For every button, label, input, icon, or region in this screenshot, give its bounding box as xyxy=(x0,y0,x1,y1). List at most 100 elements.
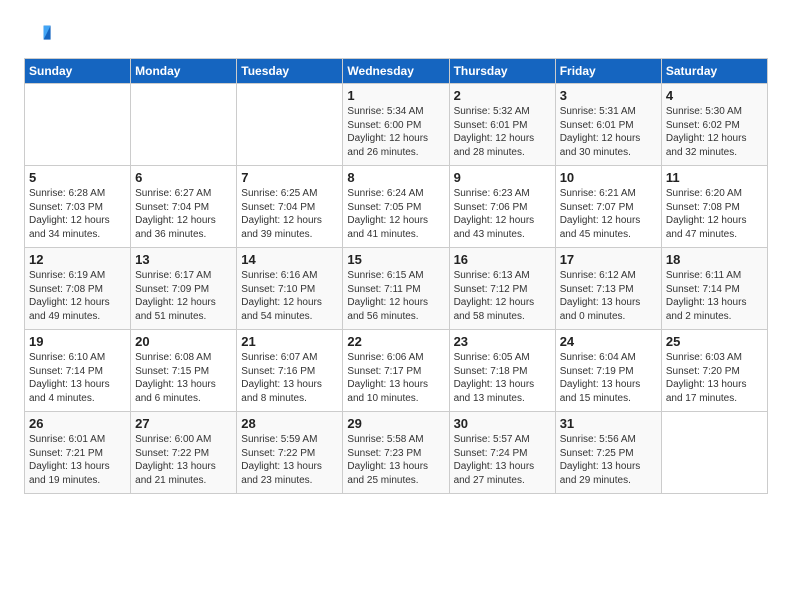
day-info: Sunrise: 6:24 AM Sunset: 7:05 PM Dayligh… xyxy=(347,187,444,241)
day-info: Sunrise: 6:28 AM Sunset: 7:03 PM Dayligh… xyxy=(29,187,126,241)
day-number: 16 xyxy=(454,252,551,267)
day-number: 2 xyxy=(454,88,551,103)
day-number: 8 xyxy=(347,170,444,185)
week-row-4: 19 Sunrise: 6:10 AM Sunset: 7:14 PM Dayli… xyxy=(25,330,768,412)
day-number: 15 xyxy=(347,252,444,267)
day-number: 4 xyxy=(666,88,763,103)
day-info: Sunrise: 5:32 AM Sunset: 6:01 PM Dayligh… xyxy=(454,105,551,159)
calendar-cell: 20 Sunrise: 6:08 AM Sunset: 7:15 PM Dayli… xyxy=(131,330,237,412)
calendar-cell: 10 Sunrise: 6:21 AM Sunset: 7:07 PM Dayli… xyxy=(555,166,661,248)
day-info: Sunrise: 6:03 AM Sunset: 7:20 PM Dayligh… xyxy=(666,351,763,405)
day-info: Sunrise: 6:15 AM Sunset: 7:11 PM Dayligh… xyxy=(347,269,444,323)
calendar-cell: 28Sunrise: 5:59 AM Sunset: 7:22 PM Dayli… xyxy=(237,412,343,494)
calendar-cell: 14 Sunrise: 6:16 AM Sunset: 7:10 PM Dayli… xyxy=(237,248,343,330)
calendar-cell: 8 Sunrise: 6:24 AM Sunset: 7:05 PM Daylig… xyxy=(343,166,449,248)
week-row-1: 1 Sunrise: 5:34 AM Sunset: 6:00 PM Daylig… xyxy=(25,84,768,166)
day-info: Sunrise: 6:21 AM Sunset: 7:07 PM Dayligh… xyxy=(560,187,657,241)
day-info: Sunrise: 6:10 AM Sunset: 7:14 PM Dayligh… xyxy=(29,351,126,405)
calendar-table: SundayMondayTuesdayWednesdayThursdayFrid… xyxy=(24,58,768,494)
day-info: Sunrise: 6:12 AM Sunset: 7:13 PM Dayligh… xyxy=(560,269,657,323)
calendar-cell: 22 Sunrise: 6:06 AM Sunset: 7:17 PM Dayli… xyxy=(343,330,449,412)
logo xyxy=(24,20,56,48)
day-number: 20 xyxy=(135,334,232,349)
day-number: 22 xyxy=(347,334,444,349)
dow-header-thursday: Thursday xyxy=(449,59,555,84)
dow-header-wednesday: Wednesday xyxy=(343,59,449,84)
dow-header-tuesday: Tuesday xyxy=(237,59,343,84)
day-number: 10 xyxy=(560,170,657,185)
day-number: 7 xyxy=(241,170,338,185)
calendar-cell: 9Sunrise: 6:23 AM Sunset: 7:06 PM Daylig… xyxy=(449,166,555,248)
day-number: 28 xyxy=(241,416,338,431)
calendar-cell xyxy=(131,84,237,166)
calendar-cell: 7Sunrise: 6:25 AM Sunset: 7:04 PM Daylig… xyxy=(237,166,343,248)
calendar-cell: 6 Sunrise: 6:27 AM Sunset: 7:04 PM Daylig… xyxy=(131,166,237,248)
day-info: Sunrise: 5:30 AM Sunset: 6:02 PM Dayligh… xyxy=(666,105,763,159)
day-number: 12 xyxy=(29,252,126,267)
day-number: 31 xyxy=(560,416,657,431)
calendar-cell xyxy=(25,84,131,166)
day-info: Sunrise: 6:06 AM Sunset: 7:17 PM Dayligh… xyxy=(347,351,444,405)
day-number: 1 xyxy=(347,88,444,103)
day-number: 18 xyxy=(666,252,763,267)
calendar-cell: 29Sunrise: 5:58 AM Sunset: 7:23 PM Dayli… xyxy=(343,412,449,494)
calendar-cell: 30 Sunrise: 5:57 AM Sunset: 7:24 PM Dayli… xyxy=(449,412,555,494)
day-info: Sunrise: 6:16 AM Sunset: 7:10 PM Dayligh… xyxy=(241,269,338,323)
day-number: 5 xyxy=(29,170,126,185)
day-info: Sunrise: 6:07 AM Sunset: 7:16 PM Dayligh… xyxy=(241,351,338,405)
calendar-cell: 4 Sunrise: 5:30 AM Sunset: 6:02 PM Daylig… xyxy=(661,84,767,166)
day-info: Sunrise: 5:56 AM Sunset: 7:25 PM Dayligh… xyxy=(560,433,657,487)
page-header xyxy=(24,20,768,48)
calendar-cell: 19 Sunrise: 6:10 AM Sunset: 7:14 PM Dayli… xyxy=(25,330,131,412)
week-row-5: 26Sunrise: 6:01 AM Sunset: 7:21 PM Dayli… xyxy=(25,412,768,494)
day-info: Sunrise: 6:01 AM Sunset: 7:21 PM Dayligh… xyxy=(29,433,126,487)
day-number: 13 xyxy=(135,252,232,267)
day-info: Sunrise: 6:27 AM Sunset: 7:04 PM Dayligh… xyxy=(135,187,232,241)
calendar-cell: 23Sunrise: 6:05 AM Sunset: 7:18 PM Dayli… xyxy=(449,330,555,412)
day-info: Sunrise: 5:57 AM Sunset: 7:24 PM Dayligh… xyxy=(454,433,551,487)
day-info: Sunrise: 6:17 AM Sunset: 7:09 PM Dayligh… xyxy=(135,269,232,323)
day-number: 21 xyxy=(241,334,338,349)
calendar-cell: 24Sunrise: 6:04 AM Sunset: 7:19 PM Dayli… xyxy=(555,330,661,412)
day-info: Sunrise: 6:08 AM Sunset: 7:15 PM Dayligh… xyxy=(135,351,232,405)
day-info: Sunrise: 6:20 AM Sunset: 7:08 PM Dayligh… xyxy=(666,187,763,241)
calendar-cell xyxy=(661,412,767,494)
day-number: 9 xyxy=(454,170,551,185)
day-number: 27 xyxy=(135,416,232,431)
calendar-cell: 31 Sunrise: 5:56 AM Sunset: 7:25 PM Dayli… xyxy=(555,412,661,494)
day-info: Sunrise: 5:31 AM Sunset: 6:01 PM Dayligh… xyxy=(560,105,657,159)
calendar-cell: 15 Sunrise: 6:15 AM Sunset: 7:11 PM Dayli… xyxy=(343,248,449,330)
calendar-cell: 18 Sunrise: 6:11 AM Sunset: 7:14 PM Dayli… xyxy=(661,248,767,330)
day-number: 6 xyxy=(135,170,232,185)
week-row-3: 12Sunrise: 6:19 AM Sunset: 7:08 PM Dayli… xyxy=(25,248,768,330)
calendar-cell: 13 Sunrise: 6:17 AM Sunset: 7:09 PM Dayli… xyxy=(131,248,237,330)
calendar-cell: 17 Sunrise: 6:12 AM Sunset: 7:13 PM Dayli… xyxy=(555,248,661,330)
day-number: 3 xyxy=(560,88,657,103)
day-info: Sunrise: 5:34 AM Sunset: 6:00 PM Dayligh… xyxy=(347,105,444,159)
day-number: 29 xyxy=(347,416,444,431)
dow-header-saturday: Saturday xyxy=(661,59,767,84)
calendar-cell: 3 Sunrise: 5:31 AM Sunset: 6:01 PM Daylig… xyxy=(555,84,661,166)
day-number: 30 xyxy=(454,416,551,431)
day-info: Sunrise: 6:04 AM Sunset: 7:19 PM Dayligh… xyxy=(560,351,657,405)
calendar-cell: 26Sunrise: 6:01 AM Sunset: 7:21 PM Dayli… xyxy=(25,412,131,494)
calendar-cell: 25Sunrise: 6:03 AM Sunset: 7:20 PM Dayli… xyxy=(661,330,767,412)
day-number: 14 xyxy=(241,252,338,267)
dow-header-sunday: Sunday xyxy=(25,59,131,84)
calendar-cell: 11 Sunrise: 6:20 AM Sunset: 7:08 PM Dayli… xyxy=(661,166,767,248)
day-info: Sunrise: 6:11 AM Sunset: 7:14 PM Dayligh… xyxy=(666,269,763,323)
calendar-cell: 27Sunrise: 6:00 AM Sunset: 7:22 PM Dayli… xyxy=(131,412,237,494)
calendar-cell: 1 Sunrise: 5:34 AM Sunset: 6:00 PM Daylig… xyxy=(343,84,449,166)
calendar-cell: 12Sunrise: 6:19 AM Sunset: 7:08 PM Dayli… xyxy=(25,248,131,330)
dow-header-monday: Monday xyxy=(131,59,237,84)
calendar-header: SundayMondayTuesdayWednesdayThursdayFrid… xyxy=(25,59,768,84)
calendar-cell xyxy=(237,84,343,166)
day-info: Sunrise: 6:05 AM Sunset: 7:18 PM Dayligh… xyxy=(454,351,551,405)
calendar-cell: 21 Sunrise: 6:07 AM Sunset: 7:16 PM Dayli… xyxy=(237,330,343,412)
day-number: 17 xyxy=(560,252,657,267)
day-number: 11 xyxy=(666,170,763,185)
week-row-2: 5 Sunrise: 6:28 AM Sunset: 7:03 PM Daylig… xyxy=(25,166,768,248)
day-number: 19 xyxy=(29,334,126,349)
calendar-cell: 5 Sunrise: 6:28 AM Sunset: 7:03 PM Daylig… xyxy=(25,166,131,248)
logo-icon xyxy=(24,20,52,48)
